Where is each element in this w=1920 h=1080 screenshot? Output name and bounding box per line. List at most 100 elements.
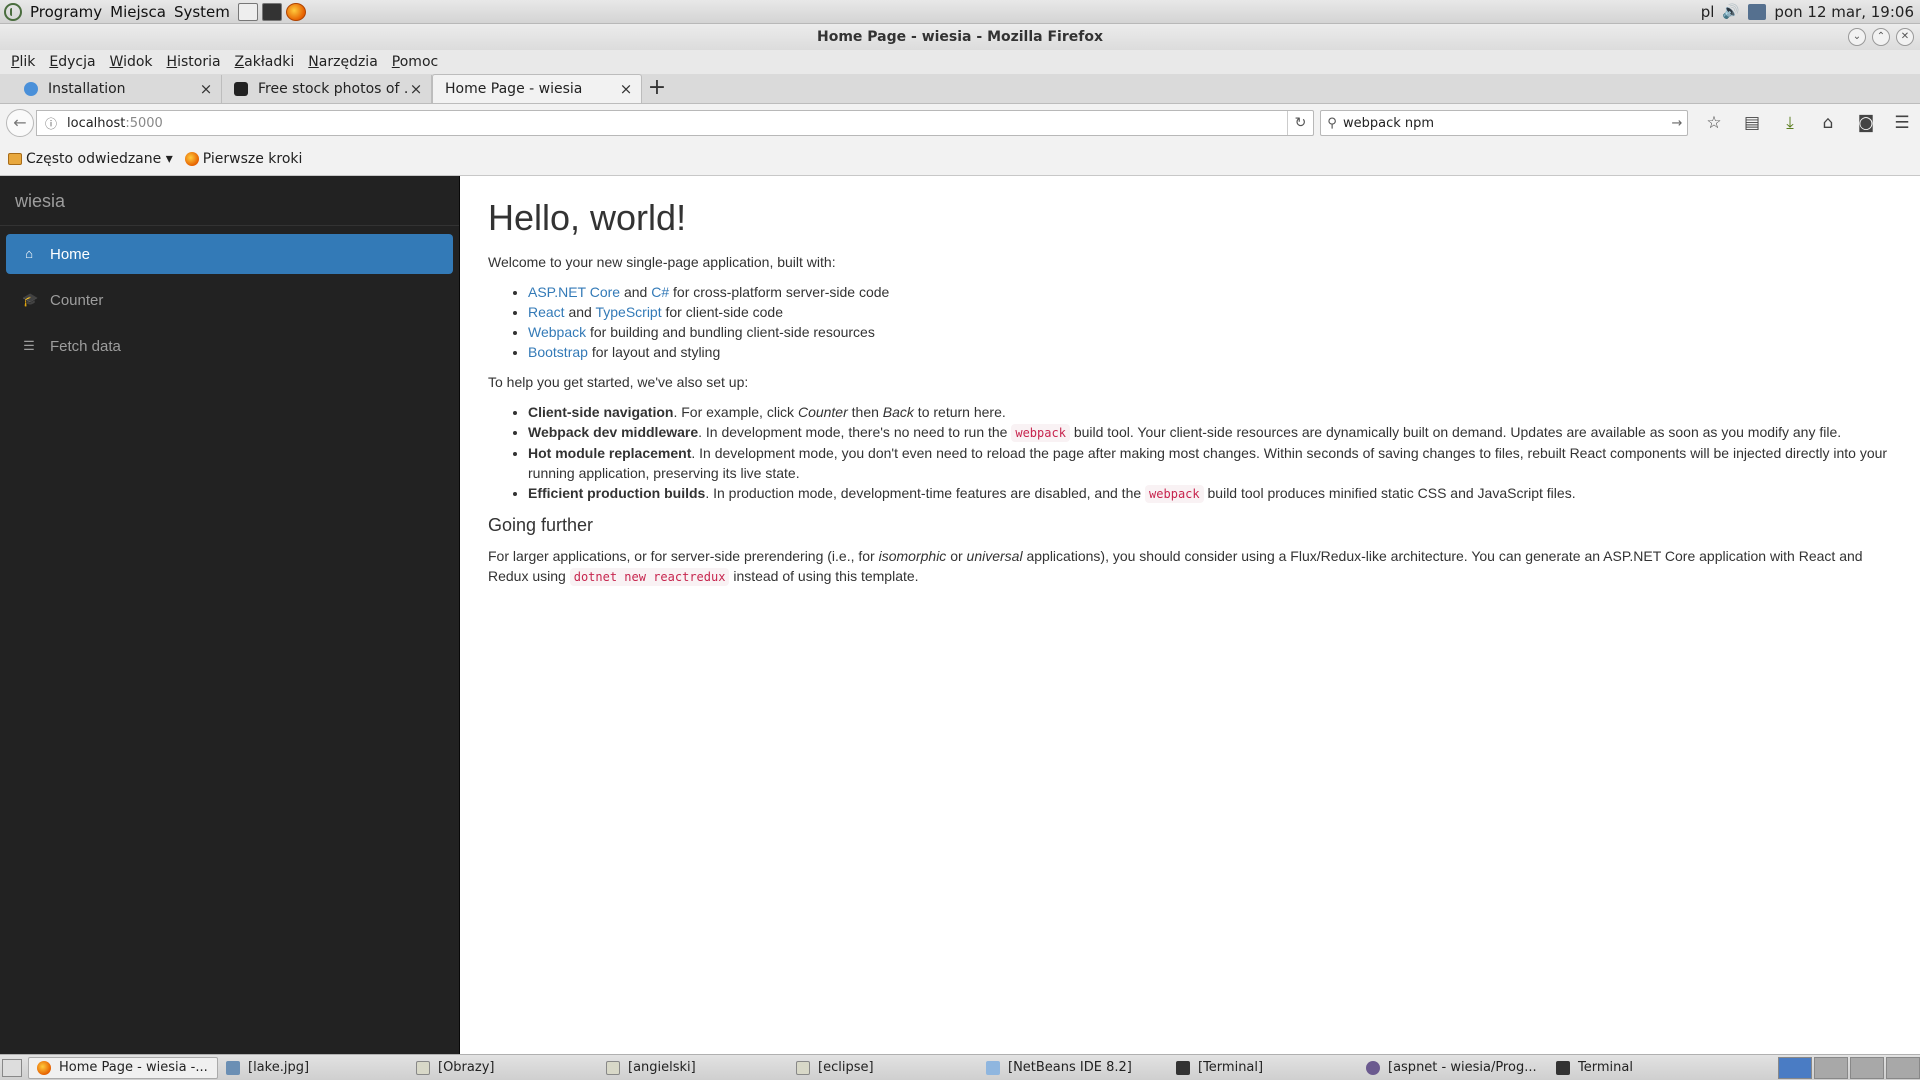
task-firefox[interactable]: Home Page - wiesia -...	[28, 1056, 218, 1079]
task-terminal[interactable]: Terminal	[1548, 1057, 1738, 1079]
search-icon: ⚲	[1327, 115, 1337, 131]
back-arrow-icon[interactable]: ←	[6, 109, 34, 137]
show-desktop-icon[interactable]	[2, 1058, 22, 1077]
further-emphasis: universal	[966, 548, 1023, 564]
tab-installation[interactable]: Installation ×	[12, 75, 222, 103]
menu-historia[interactable]: Historia	[160, 54, 228, 70]
firefox-launcher-icon[interactable]	[285, 2, 306, 21]
volume-icon[interactable]: 🔊	[1722, 4, 1740, 20]
csharp-link[interactable]: C#	[651, 284, 669, 300]
react-link[interactable]: React	[528, 304, 565, 320]
task-terminal-minimized[interactable]: [Terminal]	[1168, 1057, 1358, 1079]
features-list: Client-side navigation. For example, cli…	[528, 402, 1892, 504]
menu-edycja[interactable]: Edycja	[42, 54, 102, 70]
feature-emphasis: Back	[882, 404, 914, 420]
list-item: Client-side navigation. For example, cli…	[528, 402, 1892, 422]
tab-home-page[interactable]: Home Page - wiesia ×	[432, 74, 642, 103]
task-label: [Terminal]	[1198, 1060, 1264, 1075]
menu-miejsca[interactable]: Miejsca	[106, 0, 170, 24]
menu-pomoc-rest: omoc	[399, 54, 439, 70]
menu-narzedzia[interactable]: Narzędzia	[301, 54, 385, 70]
menu-widok[interactable]: Widok	[103, 54, 160, 70]
workspace-4[interactable]	[1886, 1056, 1920, 1079]
menu-programy[interactable]: Programy	[26, 0, 106, 24]
menu-plik-rest: lik	[19, 54, 36, 70]
close-window-icon[interactable]: ✕	[1896, 28, 1914, 46]
bookmark-label: Pierwsze kroki	[202, 150, 303, 167]
taskbar: Home Page - wiesia -... [lake.jpg] [Obra…	[0, 1054, 1920, 1080]
close-tab-icon[interactable]: ×	[619, 80, 633, 98]
task-label: [NetBeans IDE 8.2]	[1008, 1060, 1132, 1075]
task-netbeans[interactable]: [NetBeans IDE 8.2]	[978, 1057, 1168, 1079]
search-go-arrow-icon[interactable]: →	[1667, 116, 1687, 131]
tab-strip: Installation × Free stock photos of ... …	[0, 74, 1920, 104]
nav-item-counter[interactable]: 🎓 Counter	[6, 280, 453, 320]
site-info-icon[interactable]: ⓘ	[41, 115, 61, 132]
firefox-icon	[37, 1060, 51, 1075]
bookmark-star-icon[interactable]: ☆	[1702, 111, 1726, 135]
distro-logo-icon[interactable]	[4, 2, 22, 21]
workspace-1[interactable]	[1778, 1056, 1812, 1079]
bookmark-czesto-odwiedzane[interactable]: Często odwiedzane ▾	[8, 151, 173, 167]
reload-icon[interactable]: ↻	[1287, 111, 1313, 135]
menu-widok-accel: W	[109, 54, 124, 70]
feature-emphasis: Counter	[797, 404, 848, 420]
task-label: [Obrazy]	[438, 1060, 495, 1075]
task-aspnet-eclipse[interactable]: [aspnet - wiesia/Prog...	[1358, 1057, 1548, 1079]
maximize-icon[interactable]: ⌃	[1872, 28, 1890, 46]
nav-item-home[interactable]: ⌂ Home	[6, 234, 453, 274]
menu-pomoc[interactable]: Pomoc	[385, 54, 445, 70]
eclipse-icon	[1366, 1060, 1380, 1075]
bookmark-pierwsze-kroki[interactable]: Pierwsze kroki	[184, 150, 303, 167]
nav-item-fetch-data[interactable]: ☰ Fetch data	[6, 326, 453, 366]
terminal-launcher-icon[interactable]	[261, 2, 282, 21]
task-obrazy[interactable]: [Obrazy]	[408, 1057, 598, 1079]
list-item: Webpack for building and bundling client…	[528, 322, 1892, 342]
menu-system[interactable]: System	[170, 0, 234, 24]
tab-free-stock-photos[interactable]: Free stock photos of ... ×	[222, 75, 432, 103]
brand-link[interactable]: wiesia	[0, 176, 459, 226]
task-lake-jpg[interactable]: [lake.jpg]	[218, 1057, 408, 1079]
menu-historia-rest: istoria	[177, 54, 221, 70]
menu-widok-rest: idok	[123, 54, 153, 70]
close-tab-icon[interactable]: ×	[409, 80, 423, 98]
network-icon[interactable]	[1748, 3, 1767, 20]
bookmarks-library-icon[interactable]: ▤	[1740, 111, 1764, 135]
task-label: Terminal	[1578, 1060, 1633, 1075]
new-tab-icon[interactable]: +	[642, 75, 672, 103]
menu-plik[interactable]: Plik	[4, 54, 42, 70]
menu-edycja-rest: dycja	[58, 54, 96, 70]
workspace-3[interactable]	[1850, 1056, 1884, 1079]
top-panel: Programy Miejsca System pl 🔊 pon 12 mar,…	[0, 0, 1920, 24]
feature-title: Client-side navigation	[528, 404, 674, 420]
minimize-icon[interactable]: ⌄	[1848, 28, 1866, 46]
task-label: [aspnet - wiesia/Prog...	[1388, 1060, 1537, 1075]
hamburger-menu-icon[interactable]: ☰	[1890, 111, 1914, 135]
pocket-icon[interactable]: ◙	[1854, 111, 1878, 135]
menu-zakladki[interactable]: Zakładki	[228, 54, 302, 70]
task-label: [eclipse]	[818, 1060, 874, 1075]
list-item-text: for layout and styling	[587, 344, 721, 360]
aspnet-core-link[interactable]: ASP.NET Core	[528, 284, 620, 300]
typescript-link[interactable]: TypeScript	[595, 304, 661, 320]
firefox-icon	[184, 151, 199, 166]
text-editor-launcher-icon[interactable]	[237, 2, 258, 21]
page-heading: Hello, world!	[488, 197, 687, 238]
url-bar[interactable]: ⓘ localhost:5000 ↻	[36, 110, 1314, 136]
home-button-icon[interactable]: ⌂	[1816, 111, 1840, 135]
task-label: [angielski]	[628, 1060, 696, 1075]
task-angielski[interactable]: [angielski]	[598, 1057, 788, 1079]
bootstrap-link[interactable]: Bootstrap	[528, 344, 588, 360]
menu-narzedzia-rest: arzędzia	[318, 54, 378, 70]
keyboard-layout-indicator[interactable]: pl	[1701, 3, 1715, 21]
close-tab-icon[interactable]: ×	[199, 80, 213, 98]
search-input[interactable]: webpack npm	[1343, 116, 1667, 131]
search-bar[interactable]: ⚲ webpack npm →	[1320, 110, 1688, 136]
url-text[interactable]: localhost:5000	[67, 116, 1287, 131]
clock[interactable]: pon 12 mar, 19:06	[1774, 3, 1914, 21]
webpack-link[interactable]: Webpack	[528, 324, 586, 340]
workspace-2[interactable]	[1814, 1056, 1848, 1079]
downloads-icon[interactable]: ⤓	[1778, 111, 1802, 135]
task-eclipse-folder[interactable]: [eclipse]	[788, 1057, 978, 1079]
menu-historia-accel: H	[166, 54, 178, 70]
